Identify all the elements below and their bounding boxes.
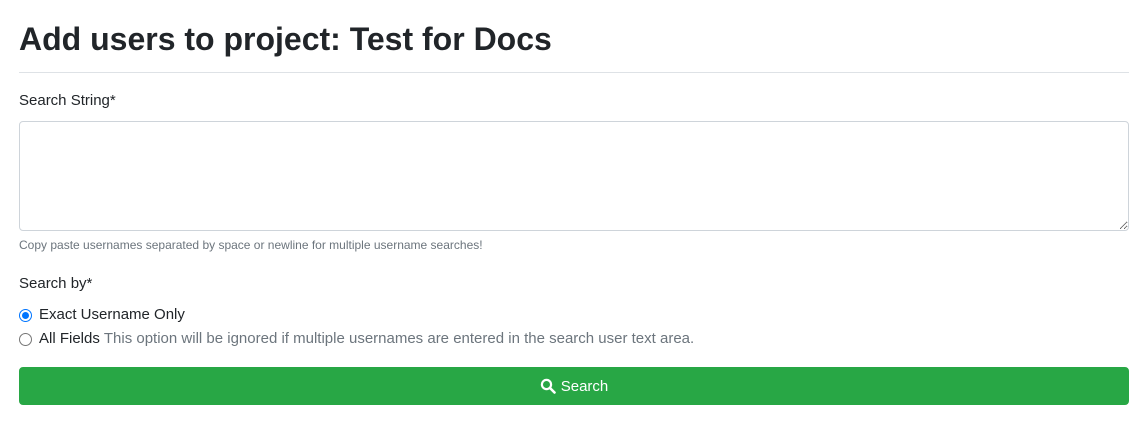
search-button[interactable]: Search bbox=[19, 367, 1129, 405]
search-by-label: Search by* bbox=[19, 275, 93, 292]
page-title: Add users to project: Test for Docs bbox=[19, 21, 552, 57]
title-divider bbox=[19, 72, 1129, 73]
add-users-page: Add users to project: Test for Docs Sear… bbox=[0, 0, 1140, 421]
search-string-textarea[interactable] bbox=[19, 121, 1129, 231]
all-fields-radio[interactable] bbox=[19, 332, 32, 346]
exact-username-label[interactable]: Exact Username Only bbox=[39, 305, 185, 325]
all-fields-note: This option will be ignored if multiple … bbox=[103, 330, 695, 347]
all-fields-label[interactable]: All Fields bbox=[39, 329, 100, 349]
search-icon bbox=[540, 378, 556, 394]
radio-option-all-fields[interactable]: All Fields This option will be ignored i… bbox=[19, 329, 694, 349]
radio-option-exact-username[interactable]: Exact Username Only bbox=[19, 305, 185, 325]
search-string-label: Search String* bbox=[19, 92, 116, 109]
exact-username-radio[interactable] bbox=[19, 308, 32, 322]
search-button-label: Search bbox=[560, 377, 609, 395]
search-string-help-text: Copy paste usernames separated by space … bbox=[19, 238, 483, 252]
